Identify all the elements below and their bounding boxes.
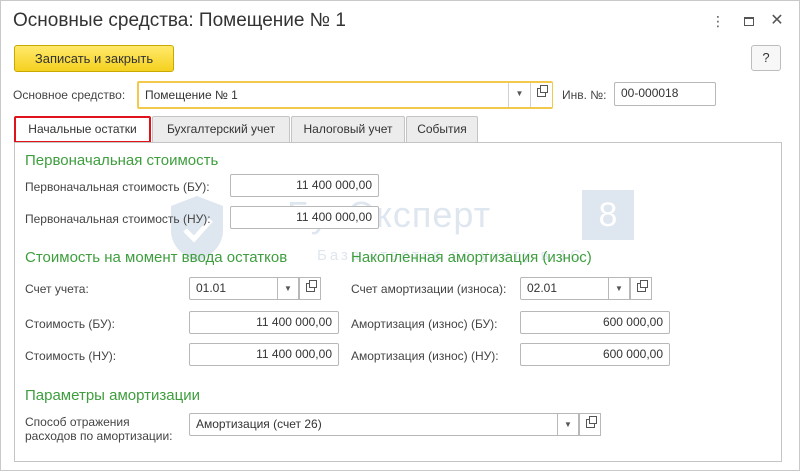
asset-dropdown-button[interactable]: ▼ bbox=[508, 83, 530, 107]
account-open-button[interactable] bbox=[299, 277, 321, 300]
more-actions-icon[interactable]: ⋮ bbox=[709, 12, 727, 30]
open-form-icon bbox=[305, 280, 317, 292]
method-label-line2: расходов по амортизации: bbox=[25, 429, 173, 443]
method-label-line1: Способ отражения bbox=[25, 415, 130, 429]
method-open-button[interactable] bbox=[579, 413, 601, 436]
chevron-down-icon: ▼ bbox=[564, 420, 572, 429]
section-title-depreciation: Накопленная амортизация (износ) bbox=[351, 249, 592, 266]
window-title: Основные средства: Помещение № 1 bbox=[13, 10, 346, 31]
asset-label: Основное средство: bbox=[13, 88, 126, 102]
account-dropdown-button[interactable]: ▼ bbox=[277, 277, 299, 300]
depreciation-nu-label: Амортизация (износ) (НУ): bbox=[351, 349, 499, 363]
depreciation-bu-label: Амортизация (износ) (БУ): bbox=[351, 317, 498, 331]
chevron-down-icon: ▼ bbox=[515, 89, 524, 98]
chevron-down-icon: ▼ bbox=[284, 284, 292, 293]
close-button[interactable]: ✕ bbox=[768, 12, 786, 30]
tab-tax-accounting[interactable]: Налоговый учет bbox=[291, 116, 405, 143]
depreciation-bu-field[interactable]: 600 000,00 bbox=[520, 311, 670, 334]
asset-field[interactable]: Помещение № 1 bbox=[137, 81, 553, 109]
cost-nu-label: Стоимость (НУ): bbox=[25, 349, 117, 363]
open-form-icon bbox=[636, 280, 648, 292]
title-bar: Основные средства: Помещение № 1 ⋮ ✕ bbox=[1, 1, 799, 41]
depreciation-account-label: Счет амортизации (износа): bbox=[351, 282, 507, 296]
section-title-balance-cost: Стоимость на момент ввода остатков bbox=[25, 249, 288, 266]
open-form-icon bbox=[537, 85, 548, 97]
depreciation-account-dropdown-button[interactable]: ▼ bbox=[608, 277, 630, 300]
method-label: Способ отражения расходов по амортизации… bbox=[25, 415, 173, 443]
initial-cost-nu-label: Первоначальная стоимость (НУ): bbox=[25, 212, 211, 226]
maximize-button[interactable] bbox=[740, 12, 758, 30]
initial-cost-bu-field[interactable]: 11 400 000,00 bbox=[230, 174, 379, 197]
cost-bu-field[interactable]: 11 400 000,00 bbox=[189, 311, 339, 334]
form-window: Основные средства: Помещение № 1 ⋮ ✕ Зап… bbox=[0, 0, 800, 471]
open-form-icon bbox=[585, 416, 597, 428]
depreciation-account-open-button[interactable] bbox=[630, 277, 652, 300]
asset-open-button[interactable] bbox=[530, 83, 552, 107]
method-dropdown-button[interactable]: ▼ bbox=[557, 413, 579, 436]
save-and-close-button[interactable]: Записать и закрыть bbox=[14, 45, 174, 72]
account-label: Счет учета: bbox=[25, 282, 89, 296]
inv-label: Инв. №: bbox=[562, 88, 607, 102]
section-title-depreciation-params: Параметры амортизации bbox=[25, 387, 200, 404]
help-button[interactable]: ? bbox=[751, 45, 781, 71]
method-field[interactable]: Амортизация (счет 26) bbox=[189, 413, 579, 436]
maximize-icon bbox=[744, 17, 754, 26]
tab-accounting[interactable]: Бухгалтерский учет bbox=[152, 116, 290, 143]
initial-cost-bu-label: Первоначальная стоимость (БУ): bbox=[25, 180, 210, 194]
tab-initial-balances[interactable]: Начальные остатки bbox=[14, 116, 151, 143]
asset-value: Помещение № 1 bbox=[145, 88, 238, 102]
cost-nu-field[interactable]: 11 400 000,00 bbox=[189, 343, 339, 366]
initial-cost-nu-field[interactable]: 11 400 000,00 bbox=[230, 206, 379, 229]
tab-events[interactable]: События bbox=[406, 116, 478, 143]
chevron-down-icon: ▼ bbox=[615, 284, 623, 293]
cost-bu-label: Стоимость (БУ): bbox=[25, 317, 115, 331]
depreciation-nu-field[interactable]: 600 000,00 bbox=[520, 343, 670, 366]
inv-number-field[interactable]: 00-000018 bbox=[614, 82, 716, 106]
section-title-initial-cost: Первоначальная стоимость bbox=[25, 152, 219, 169]
